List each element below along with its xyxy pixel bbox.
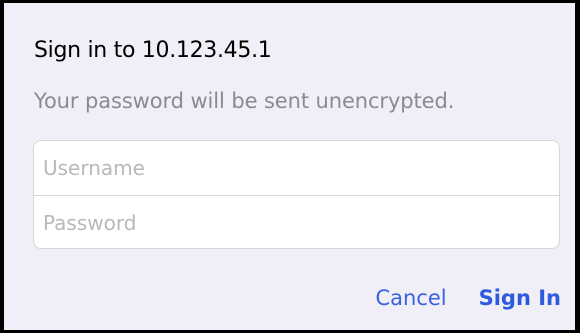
password-field[interactable] [34,196,559,248]
cancel-button[interactable]: Cancel [375,286,446,310]
sign-in-button[interactable]: Sign In [479,286,561,310]
dialog-message: Your password will be sent unencrypted. [34,89,455,113]
username-field[interactable] [34,141,559,195]
sign-in-dialog: Sign in to 10.123.45.1 Your password wil… [4,3,575,330]
dialog-title: Sign in to 10.123.45.1 [34,38,272,63]
dialog-actions: Cancel Sign In [375,286,561,310]
credentials-group [33,140,560,249]
